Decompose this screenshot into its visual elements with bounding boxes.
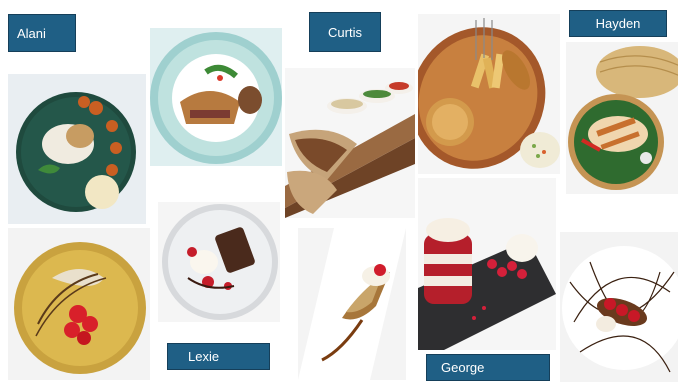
name-label-curtis: Curtis (309, 12, 381, 52)
name-label-lexie: Lexie (167, 343, 270, 370)
name-label-hayden: Hayden (569, 10, 667, 37)
name-label-george: George (426, 354, 550, 381)
dish-bamboo-steamer-photo (566, 42, 678, 194)
dish-fries-basket-photo (418, 14, 560, 174)
dish-wraps-board-photo (285, 68, 415, 218)
dish-chocolate-drizzle-photo (560, 232, 678, 382)
dish-patterned-plate-photo (150, 28, 282, 166)
dish-dessert-plate-photo (158, 202, 280, 322)
dish-tart-slate-photo (298, 228, 406, 380)
dish-red-velvet-slate-photo (418, 178, 556, 350)
dish-green-plate-photo (8, 74, 146, 224)
name-label-alani: Alani (8, 14, 76, 52)
collage-canvas: Alani Curtis Hayden Lexie George (0, 0, 678, 385)
dish-yellow-plate-photo (8, 228, 150, 380)
